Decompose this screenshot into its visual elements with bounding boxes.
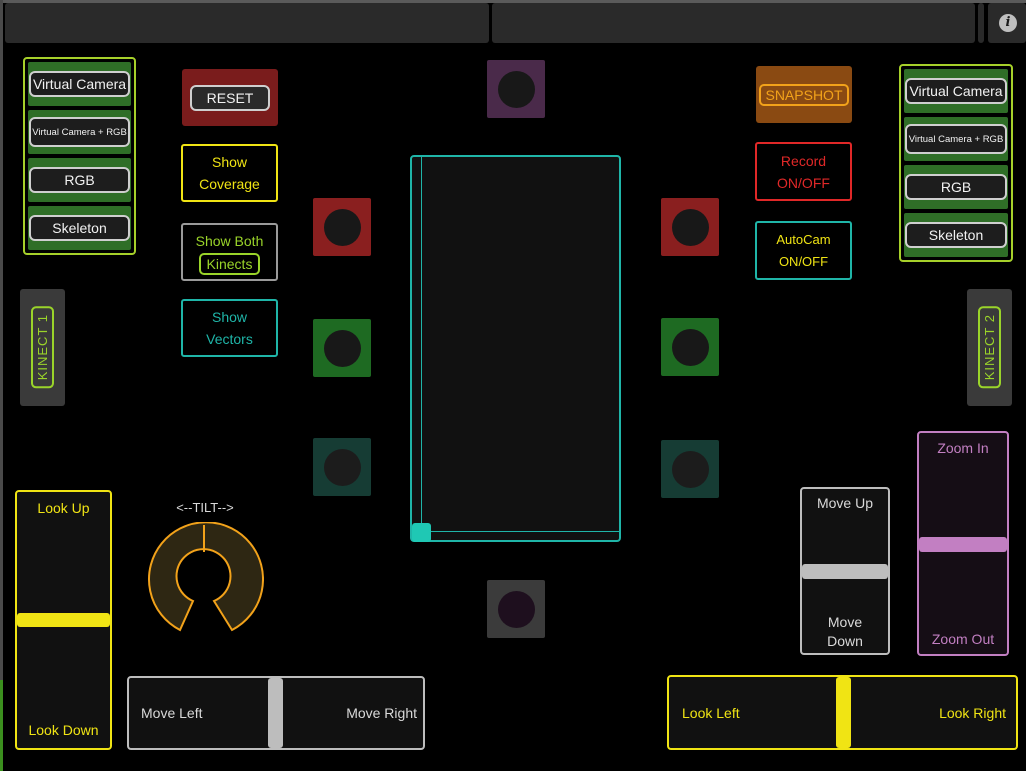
move-vertical-fader-handle[interactable]: [802, 564, 888, 579]
move-left-label: Move Left: [141, 705, 203, 721]
look-up-label: Look Up: [37, 500, 90, 516]
right-mode-cell: Virtual Camera + RGB: [904, 117, 1008, 161]
record-label-1: Record: [780, 152, 827, 169]
zoom-in-label: Zoom In: [937, 440, 989, 456]
look-horizontal-fader-handle[interactable]: [836, 677, 851, 748]
pad-indicator: [671, 450, 709, 488]
look-left-label: Look Left: [682, 704, 740, 721]
autocam-toggle-button[interactable]: AutoCam ON/OFF: [755, 221, 852, 280]
pad-left-teal[interactable]: [313, 438, 371, 496]
reset-button[interactable]: RESET: [190, 84, 270, 111]
pad-indicator: [323, 448, 361, 486]
right-mode-skeleton-button[interactable]: Skeleton: [905, 222, 1007, 248]
pad-right-teal[interactable]: [661, 440, 719, 498]
autocam-label-1: AutoCam: [776, 231, 831, 247]
show-vectors-label-2: Vectors: [206, 331, 253, 347]
left-mode-virtual-camera-rgb-button[interactable]: Virtual Camera + RGB: [29, 117, 130, 147]
pad-bottom-grey[interactable]: [487, 580, 545, 638]
xy-pad-crosshair-vertical: [421, 157, 422, 532]
look-down-label: Look Down: [28, 722, 99, 738]
pad-indicator: [671, 208, 709, 246]
kinect-1-selector[interactable]: KINECT 1: [20, 289, 65, 406]
move-down-label-line-1: Move: [827, 614, 863, 630]
record-label-2: ON/OFF: [777, 174, 830, 191]
show-coverage-label-2: Coverage: [199, 176, 260, 192]
move-down-label-line-2: Down: [827, 633, 863, 649]
xy-pad[interactable]: [410, 155, 621, 542]
show-coverage-button[interactable]: Show Coverage: [181, 144, 278, 202]
tilt-label: <--TILT-->: [176, 500, 234, 515]
top-bar-left: [5, 3, 489, 43]
show-vectors-label-1: Show: [211, 309, 248, 325]
right-mode-virtual-camera-rgb-button[interactable]: Virtual Camera + RGB: [905, 124, 1007, 154]
move-right-label: Move Right: [346, 705, 417, 721]
look-right-label: Look Right: [939, 704, 1006, 721]
reset-button-area[interactable]: RESET: [182, 69, 278, 126]
kinects-toggle[interactable]: Kinects: [198, 252, 261, 275]
xy-pad-crosshair-horizontal: [412, 531, 619, 532]
left-mode-skeleton-button[interactable]: Skeleton: [29, 215, 130, 241]
look-horizontal-fader[interactable]: Look Left Look Right: [667, 675, 1018, 750]
move-vertical-fader[interactable]: Move Up Move Down: [800, 487, 890, 655]
left-mode-cell: Skeleton: [28, 206, 131, 250]
right-mode-rgb-button[interactable]: RGB: [905, 174, 1007, 200]
right-mode-cell: Skeleton: [904, 213, 1008, 257]
pad-indicator: [323, 208, 361, 246]
pad-left-green[interactable]: [313, 319, 371, 377]
kinect-2-selector[interactable]: KINECT 2: [967, 289, 1012, 406]
window-frame-left: [0, 0, 3, 771]
left-mode-virtual-camera-button[interactable]: Virtual Camera: [29, 71, 130, 97]
zoom-fader-handle[interactable]: [919, 537, 1007, 552]
autocam-label-2: ON/OFF: [778, 253, 829, 269]
zoom-fader[interactable]: Zoom In Zoom Out: [917, 431, 1009, 656]
show-both-kinects-button[interactable]: Show Both Kinects: [181, 223, 278, 281]
kinect-2-label: KINECT 2: [978, 306, 1001, 389]
look-vertical-fader[interactable]: Look Up Look Down: [15, 490, 112, 750]
look-vertical-fader-handle[interactable]: [17, 613, 110, 627]
pad-indicator: [671, 328, 709, 366]
tilt-knob[interactable]: [144, 522, 264, 634]
move-up-label: Move Up: [816, 495, 874, 511]
move-down-label: Move Down: [802, 613, 888, 651]
snapshot-button[interactable]: SNAPSHOT: [759, 83, 849, 106]
show-vectors-button[interactable]: Show Vectors: [181, 299, 278, 357]
window-frame-accent: [0, 680, 3, 771]
right-mode-cell: RGB: [904, 165, 1008, 209]
right-mode-virtual-camera-button[interactable]: Virtual Camera: [905, 78, 1007, 104]
tilt-knob-ring: [148, 522, 264, 632]
left-mode-cell: Virtual Camera: [28, 62, 131, 106]
left-mode-panel: Virtual Camera Virtual Camera + RGB RGB …: [23, 57, 136, 255]
record-toggle-button[interactable]: Record ON/OFF: [755, 142, 852, 201]
right-mode-panel: Virtual Camera Virtual Camera + RGB RGB …: [899, 64, 1013, 262]
pad-indicator: [323, 329, 361, 367]
pad-indicator: [497, 590, 535, 628]
info-icon[interactable]: i: [999, 14, 1017, 32]
snapshot-button-area[interactable]: SNAPSHOT: [756, 66, 852, 123]
xy-pad-handle[interactable]: [412, 523, 431, 542]
show-coverage-label-1: Show: [211, 154, 248, 170]
pad-indicator: [497, 70, 535, 108]
zoom-out-label: Zoom Out: [931, 631, 995, 647]
left-mode-cell: RGB: [28, 158, 131, 202]
top-bar-right: [492, 3, 975, 43]
pad-left-red[interactable]: [313, 198, 371, 256]
left-mode-rgb-button[interactable]: RGB: [29, 167, 130, 193]
move-horizontal-fader[interactable]: Move Left Move Right: [127, 676, 425, 750]
move-horizontal-fader-handle[interactable]: [268, 678, 283, 748]
show-both-label: Show Both: [195, 232, 264, 249]
pad-top-purple[interactable]: [487, 60, 545, 118]
pad-right-red[interactable]: [661, 198, 719, 256]
left-mode-cell: Virtual Camera + RGB: [28, 110, 131, 154]
right-mode-cell: Virtual Camera: [904, 69, 1008, 113]
top-bar-divider: [978, 3, 984, 43]
kinect-1-label: KINECT 1: [31, 306, 54, 389]
pad-right-green[interactable]: [661, 318, 719, 376]
